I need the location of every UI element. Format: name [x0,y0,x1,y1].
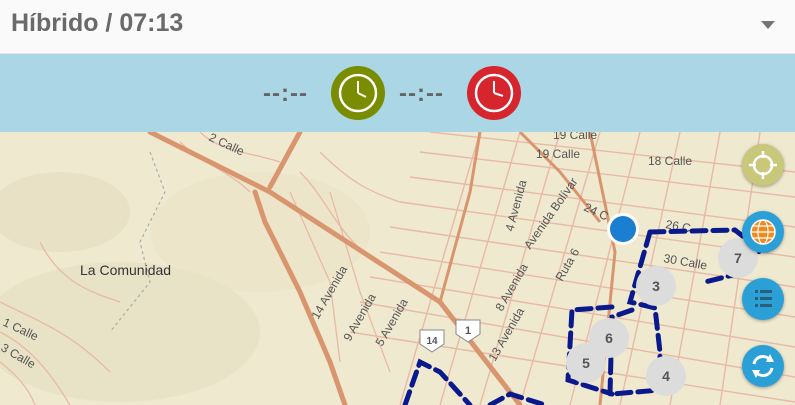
start-time-value: --:-- [263,80,308,107]
svg-text:14: 14 [426,336,438,347]
globe-icon[interactable] [742,211,784,253]
svg-text:3: 3 [652,278,660,294]
layers-list-icon[interactable] [742,278,784,320]
dropdown-caret-icon[interactable] [761,21,775,29]
street-label: 19 Calle [536,147,580,161]
location-dot-icon [607,213,639,245]
svg-text:1: 1 [465,325,471,337]
svg-text:6: 6 [605,330,613,346]
time-bar: --:-- --:-- [0,54,795,132]
street-label: 19 Calle [553,132,597,142]
start-clock-icon[interactable] [331,66,385,120]
map-view[interactable]: 19 Calle 19 Calle 18 Calle 24 C 26 C 30 … [0,132,795,405]
stop-marker[interactable]: 4 [646,356,686,396]
map-canvas[interactable]: 19 Calle 19 Calle 18 Calle 24 C 26 C 30 … [0,132,795,405]
mode-time-title: Híbrido / 07:13 [11,9,184,37]
svg-text:5: 5 [582,355,590,371]
refresh-icon[interactable] [742,345,784,387]
street-label: 18 Calle [648,154,692,168]
svg-text:7: 7 [734,250,742,266]
end-clock-icon[interactable] [467,66,521,120]
svg-text:4: 4 [662,368,670,384]
stop-marker[interactable]: 3 [636,266,676,306]
end-time-value: --:-- [399,80,444,107]
crosshair-icon[interactable] [742,144,784,186]
area-label: La Comunidad [80,262,171,278]
stop-marker[interactable]: 5 [566,343,606,383]
top-bar: Híbrido / 07:13 [0,0,795,54]
